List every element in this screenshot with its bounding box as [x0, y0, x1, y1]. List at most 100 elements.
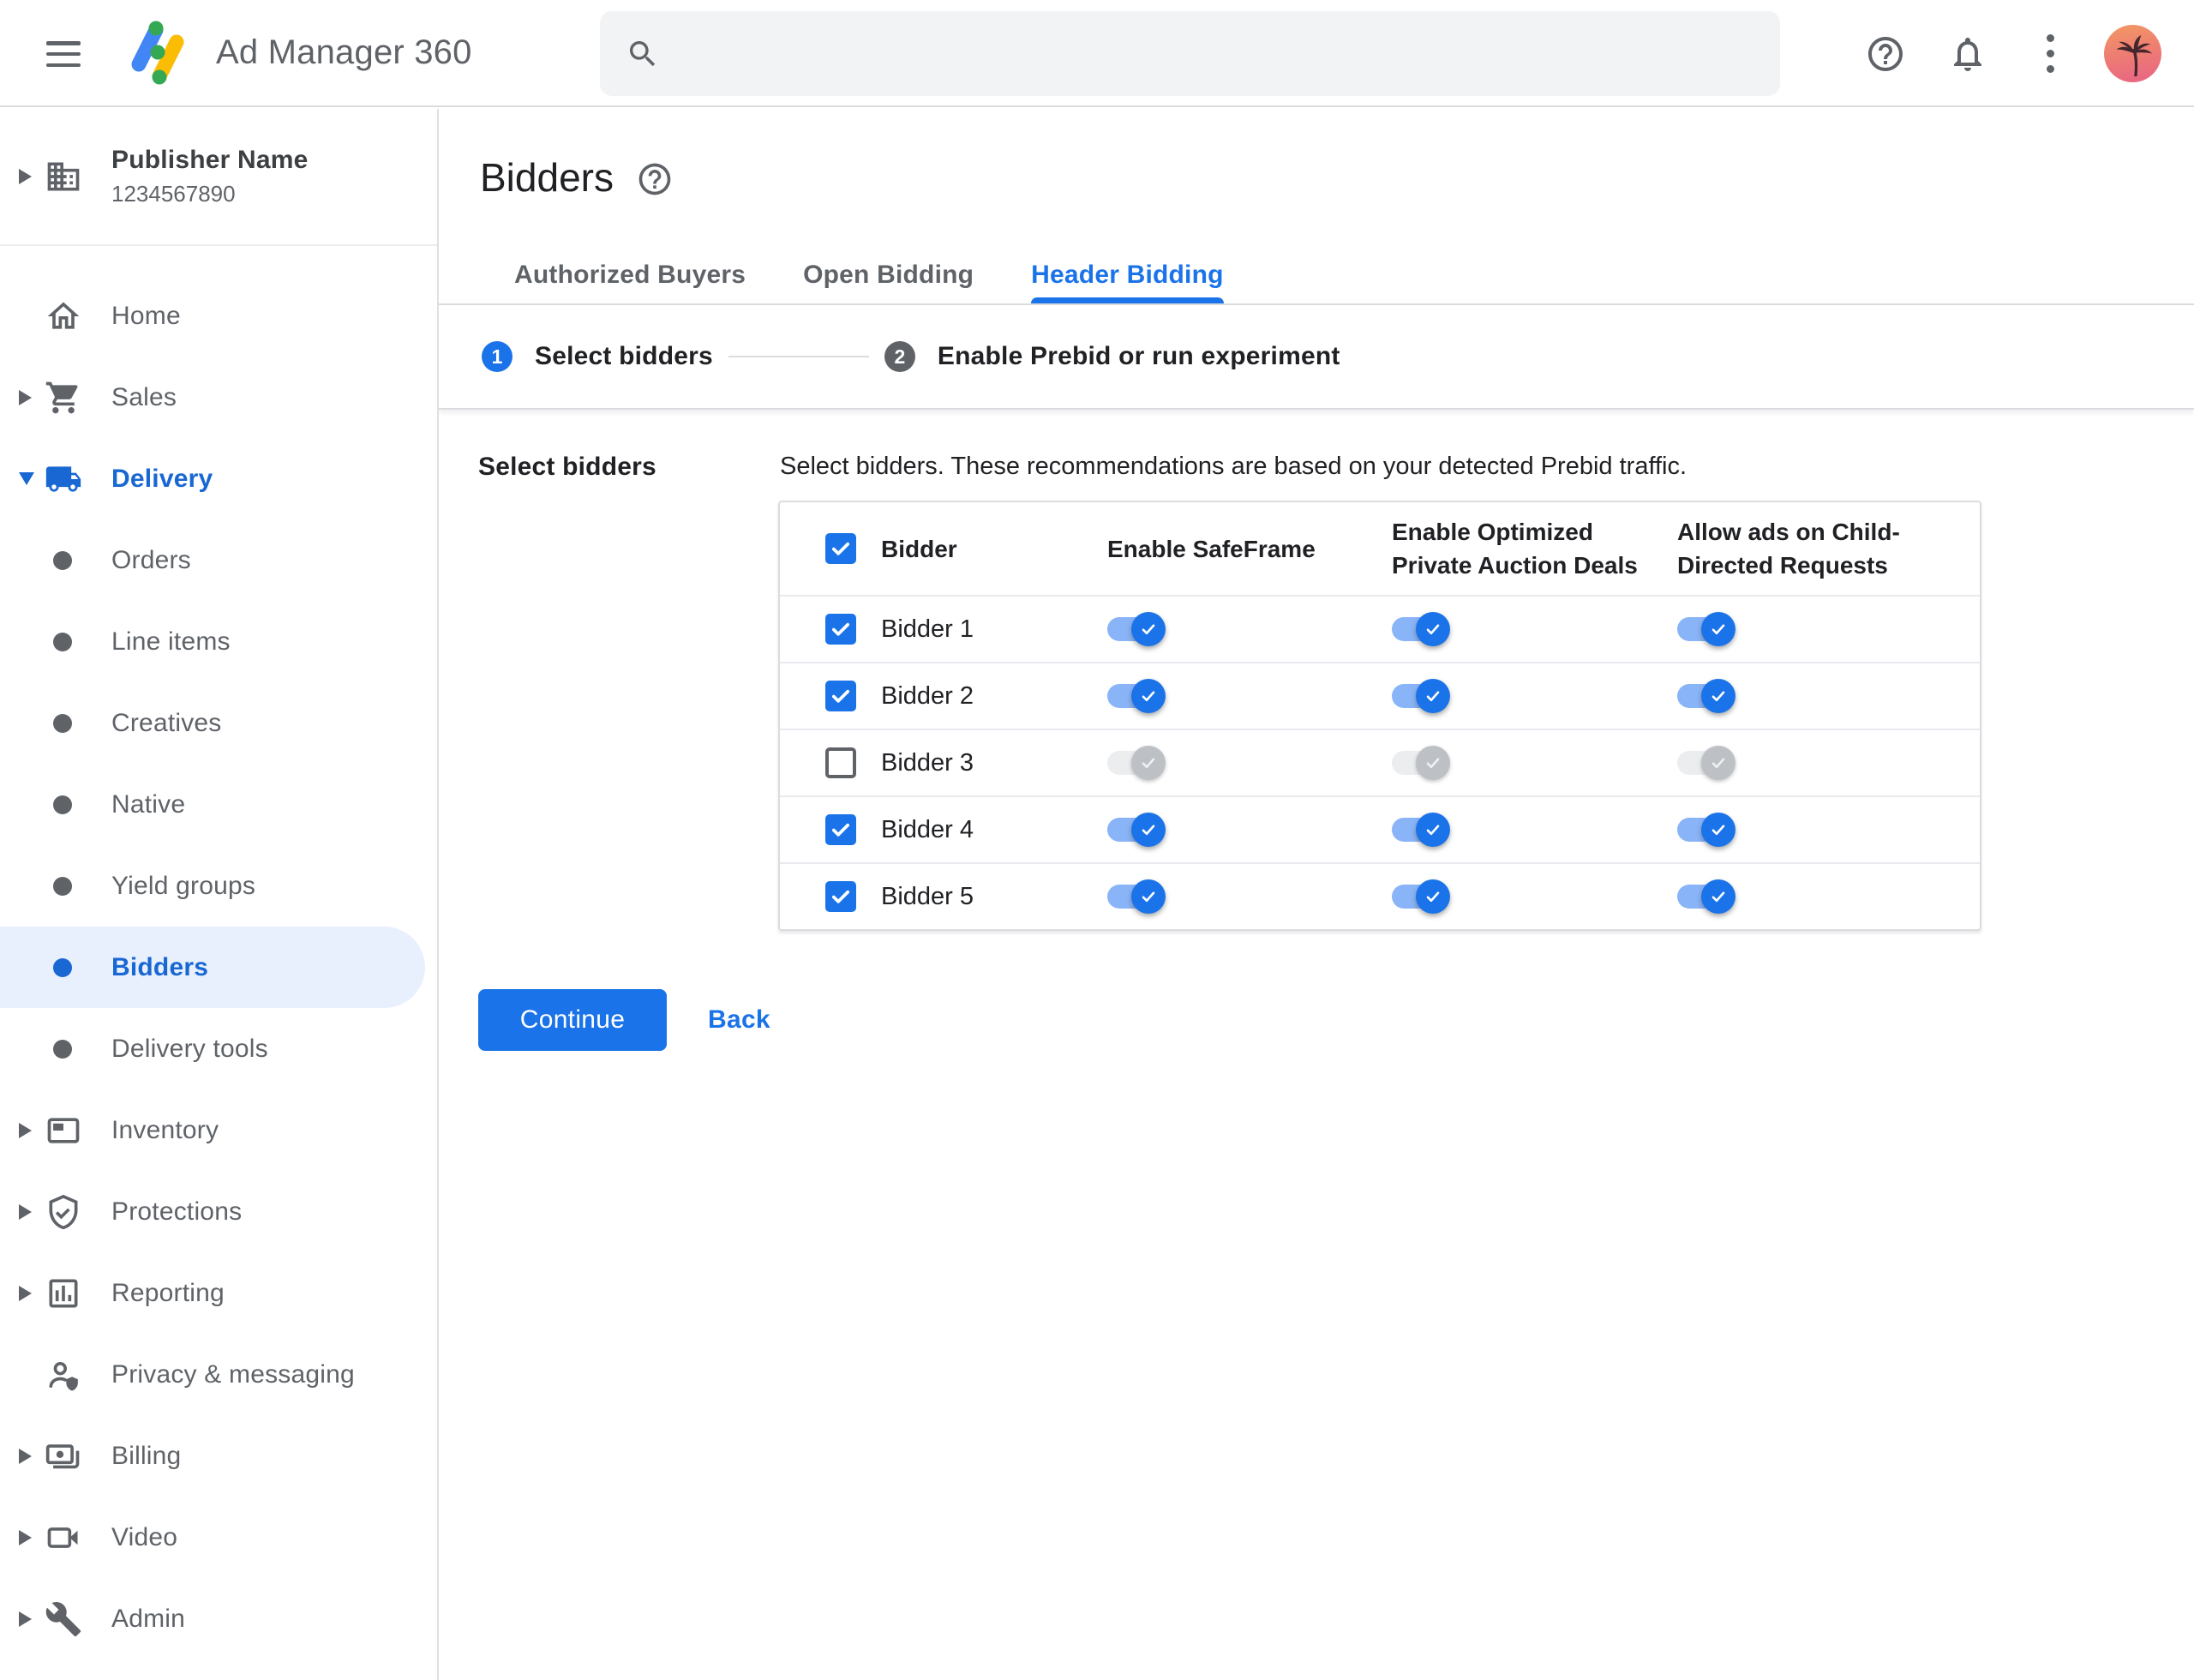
row-checkbox[interactable]	[825, 614, 856, 645]
hamburger-menu-icon[interactable]	[46, 41, 81, 67]
safeframe-toggle[interactable]	[1107, 612, 1166, 646]
sidebar-item-label: Privacy & messaging	[111, 1359, 355, 1389]
product-name: Ad Manager 360	[216, 33, 472, 71]
building-icon	[45, 158, 82, 195]
optimized-deals-toggle[interactable]	[1392, 813, 1450, 847]
child-directed-toggle[interactable]	[1677, 679, 1735, 713]
sidebar-item-native[interactable]: Native	[0, 764, 437, 845]
row-checkbox[interactable]	[825, 681, 856, 711]
row-checkbox[interactable]	[825, 881, 856, 912]
sidebar-item-orders[interactable]: Orders	[0, 519, 437, 601]
child-directed-toggle[interactable]	[1677, 879, 1735, 914]
sidebar-item-reporting[interactable]: Reporting	[0, 1252, 437, 1334]
row-checkbox[interactable]	[825, 747, 856, 778]
table-row: Bidder 5	[780, 862, 1980, 929]
stepper: 1 Select bidders 2 Enable Prebid or run …	[439, 305, 2194, 410]
home-icon	[45, 297, 82, 335]
sidebar-item-sales[interactable]: Sales	[0, 357, 437, 438]
bidder-name: Bidder 3	[881, 748, 974, 777]
sidebar-item-line-items[interactable]: Line items	[0, 601, 437, 682]
help-icon	[1868, 36, 1903, 71]
bullet-icon	[53, 957, 72, 977]
sidebar-item-video[interactable]: Video	[0, 1497, 437, 1578]
bullet-icon	[53, 550, 72, 570]
sidebar-item-bidders[interactable]: Bidders	[0, 927, 425, 1008]
safeframe-toggle[interactable]	[1107, 879, 1166, 914]
palm-tree-avatar-image	[2104, 25, 2161, 82]
kebab-menu-icon	[2046, 34, 2054, 73]
safeframe-toggle[interactable]	[1107, 746, 1166, 780]
back-link[interactable]: Back	[708, 1005, 770, 1035]
sidebar-item-admin[interactable]: Admin	[0, 1578, 437, 1659]
expand-arrow-icon	[19, 389, 32, 405]
bidder-name: Bidder 1	[881, 615, 974, 643]
sidebar-item-billing[interactable]: Billing	[0, 1415, 437, 1497]
sidebar-item-yield-groups[interactable]: Yield groups	[0, 845, 437, 927]
sidebar-item-privacy-messaging[interactable]: Privacy & messaging	[0, 1334, 437, 1415]
continue-button[interactable]: Continue	[478, 989, 667, 1051]
bullet-icon	[53, 632, 72, 651]
column-header-optimized-deals: Enable Optimized Private Auction Deals	[1392, 519, 1638, 579]
tab-open-bidding[interactable]: Open Bidding	[803, 261, 974, 303]
cart-icon	[45, 379, 82, 417]
tab-authorized-buyers[interactable]: Authorized Buyers	[514, 261, 746, 303]
search-bar[interactable]	[600, 11, 1780, 96]
optimized-deals-toggle[interactable]	[1392, 679, 1450, 713]
sidebar-item-label: Native	[111, 789, 186, 819]
optimized-deals-toggle[interactable]	[1392, 746, 1450, 780]
table-header-row: Bidder Enable SafeFrame Enable Optimized…	[780, 502, 1980, 595]
sidebar-item-delivery-tools[interactable]: Delivery tools	[0, 1008, 437, 1089]
sidebar-item-label: Delivery tools	[111, 1034, 268, 1063]
page-title: Bidders	[480, 155, 614, 200]
select-all-checkbox[interactable]	[825, 533, 856, 564]
child-directed-toggle[interactable]	[1677, 746, 1735, 780]
row-checkbox[interactable]	[825, 814, 856, 845]
more-options-button[interactable]	[2033, 0, 2067, 107]
billing-icon	[45, 1437, 82, 1475]
step-1-label: Select bidders	[535, 342, 713, 370]
table-row: Bidder 4	[780, 795, 1980, 862]
sidebar-item-label: Protections	[111, 1197, 243, 1226]
sidebar-item-label: Creatives	[111, 708, 222, 737]
bidders-table-body: Bidder 1 Bidder 2 Bidder 3 Bidder 4 Bidd…	[780, 595, 1980, 929]
inventory-icon	[45, 1112, 82, 1149]
help-button[interactable]	[1865, 0, 1906, 107]
sidebar-item-inventory[interactable]: Inventory	[0, 1089, 437, 1171]
optimized-deals-toggle[interactable]	[1392, 612, 1450, 646]
sidebar-item-label: Delivery	[111, 464, 213, 493]
optimized-deals-toggle[interactable]	[1392, 879, 1450, 914]
sidebar-item-label: Yield groups	[111, 871, 256, 900]
app-header: Ad Manager 360	[0, 0, 2194, 107]
page-help-button[interactable]	[636, 160, 674, 198]
expand-arrow-icon	[19, 1122, 32, 1138]
sidebar-item-home[interactable]: Home	[0, 275, 437, 357]
main-content: Bidders Authorized Buyers Open Bidding H…	[439, 109, 2194, 1680]
report-icon	[45, 1275, 82, 1312]
tab-header-bidding[interactable]: Header Bidding	[1031, 261, 1224, 303]
sidebar-nav: Home Sales Delivery Orders Line items Cr…	[0, 246, 437, 1659]
column-header-child-directed: Allow ads on Child-Directed Requests	[1677, 519, 1900, 579]
sidebar-item-label: Orders	[111, 545, 191, 574]
sidebar-item-delivery[interactable]: Delivery	[0, 438, 437, 519]
safeframe-toggle[interactable]	[1107, 679, 1166, 713]
search-input[interactable]	[682, 38, 1754, 69]
expand-arrow-icon	[19, 1529, 32, 1545]
admin-icon	[45, 1600, 82, 1638]
sidebar-item-label: Video	[111, 1522, 178, 1551]
notifications-button[interactable]	[1946, 0, 1989, 107]
publisher-selector[interactable]: Publisher Name 1234567890	[0, 109, 437, 246]
user-avatar[interactable]	[2104, 25, 2161, 82]
bullet-icon	[53, 795, 72, 814]
sidebar-item-protections[interactable]: Protections	[0, 1171, 437, 1252]
child-directed-toggle[interactable]	[1677, 612, 1735, 646]
child-directed-toggle[interactable]	[1677, 813, 1735, 847]
sidebar-item-creatives[interactable]: Creatives	[0, 682, 437, 764]
help-circle-icon	[638, 163, 671, 195]
safeframe-toggle[interactable]	[1107, 813, 1166, 847]
column-header-safeframe: Enable SafeFrame	[1107, 535, 1316, 562]
step-1-badge: 1	[482, 341, 513, 372]
bidder-name: Bidder 4	[881, 815, 974, 843]
truck-icon	[45, 460, 82, 498]
step-2-label: Enable Prebid or run experiment	[937, 342, 1340, 370]
shield-icon	[45, 1193, 82, 1231]
